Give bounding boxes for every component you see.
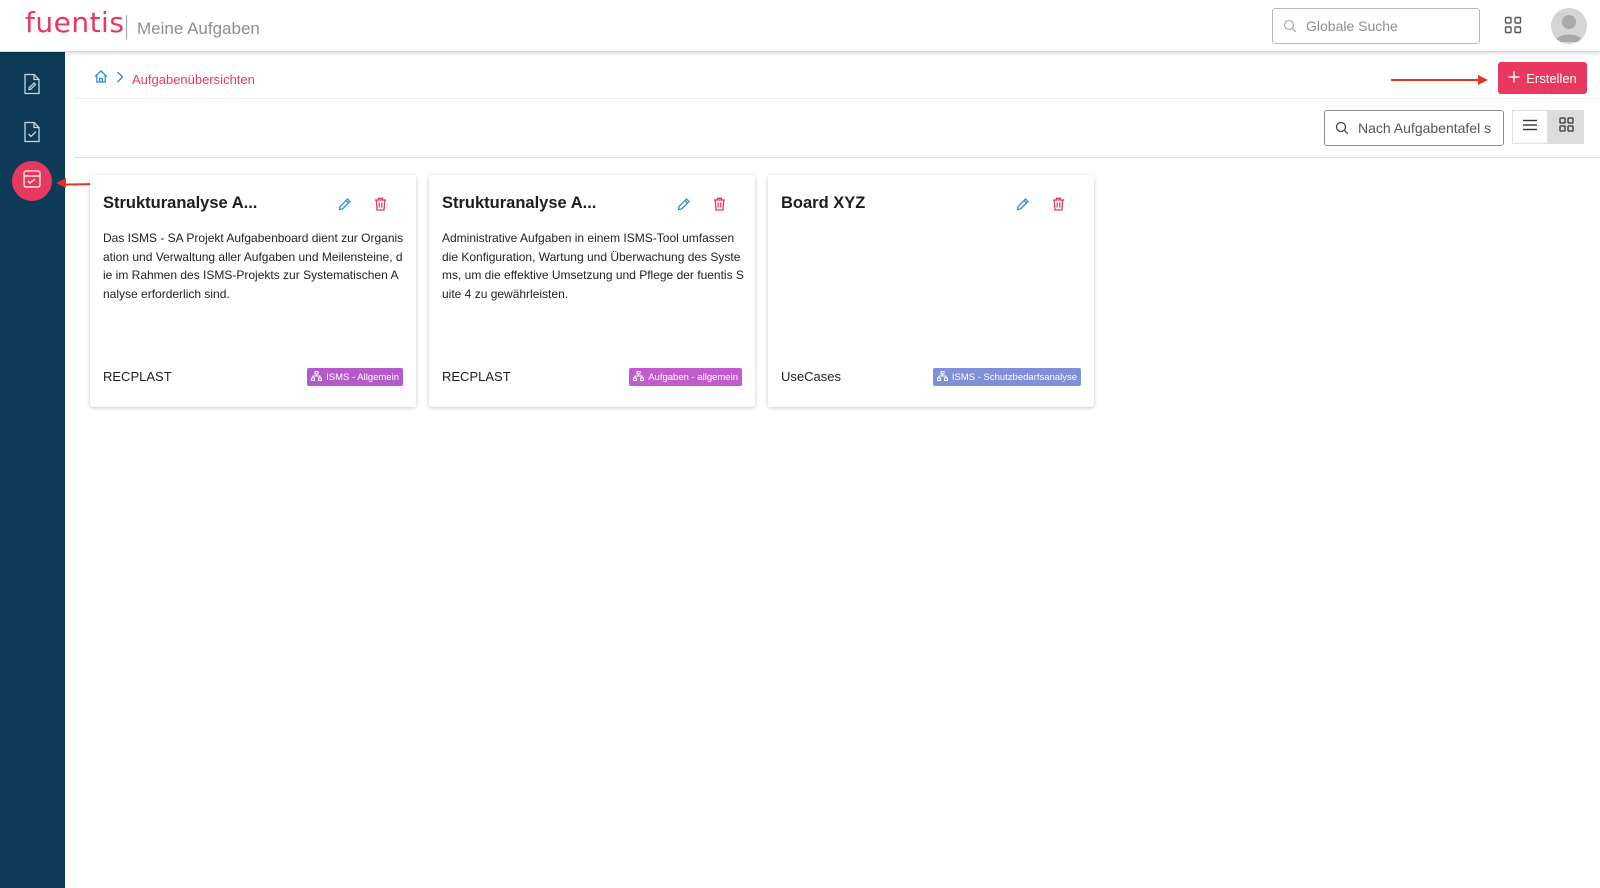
search-icon [1283,19,1297,38]
sidebar-item-task-boards[interactable] [12,161,52,201]
create-button-label: Erstellen [1526,70,1577,86]
card-title[interactable]: Board XYZ [781,194,865,213]
trash-icon[interactable] [713,197,726,216]
home-icon[interactable] [94,70,108,88]
global-search-input[interactable] [1306,9,1474,43]
document-check-icon [22,121,42,148]
board-card[interactable]: Strukturanalyse A... Administrative Aufg… [429,175,755,407]
sidebar-item-documents[interactable] [12,66,52,106]
grid-icon [1558,117,1574,137]
grid-view-button[interactable] [1548,110,1584,144]
list-view-button[interactable] [1512,110,1548,144]
divider [74,98,1600,99]
trash-icon[interactable] [374,197,387,216]
chevron-right-icon [116,70,124,88]
top-bar: fuentis Meine Aufgaben [0,0,1600,52]
pencil-icon[interactable] [338,197,352,216]
create-button[interactable]: Erstellen [1498,62,1587,94]
card-tag-label: Aufgaben - allgemein [648,371,738,383]
card-description: Das ISMS - SA Projekt Aufgabenboard dien… [103,231,404,301]
logo-divider [126,15,127,39]
card-tag: ISMS - Allgemein [307,368,403,386]
card-description: Administrative Aufgaben in einem ISMS-To… [442,231,744,301]
hierarchy-icon [633,370,645,384]
board-card[interactable]: Strukturanalyse A... Das ISMS - SA Proje… [90,175,416,407]
card-title[interactable]: Strukturanalyse A... [442,194,596,213]
pencil-icon[interactable] [677,197,691,216]
app-title: Meine Aufgaben [137,19,260,38]
divider [74,157,1600,158]
search-icon [1335,121,1349,140]
card-tag-label: ISMS - Schutzbedarfsanalyse [951,371,1077,383]
board-card[interactable]: Board XYZ UseCases ISMS - Schutzbedarfsa… [768,175,1094,407]
global-search-field[interactable] [1272,8,1480,44]
card-owner: RECPLAST [103,369,172,384]
hierarchy-icon [936,370,948,384]
board-icon [22,169,42,194]
sidebar-item-tasks[interactable] [12,114,52,154]
card-tag-label: ISMS - Allgemein [326,371,399,383]
plus-icon [1508,71,1520,86]
card-owner: RECPLAST [442,369,511,384]
document-edit-icon [22,73,42,100]
card-tag: Aufgaben - allgemein [629,368,742,386]
user-avatar-icon[interactable] [1551,8,1587,44]
card-title[interactable]: Strukturanalyse A... [103,194,257,213]
list-icon [1523,118,1537,136]
breadcrumb: Aufgabenübersichten [94,69,255,89]
board-search-input[interactable] [1358,111,1498,145]
breadcrumb-current: Aufgabenübersichten [132,71,255,87]
grid-icon[interactable] [1504,16,1522,39]
card-owner: UseCases [781,369,841,384]
app-logo[interactable]: fuentis [25,6,124,39]
pencil-icon[interactable] [1016,197,1030,216]
trash-icon[interactable] [1052,197,1065,216]
hierarchy-icon [311,370,323,384]
card-tag: ISMS - Schutzbedarfsanalyse [932,368,1081,386]
board-search-field[interactable] [1324,110,1504,146]
